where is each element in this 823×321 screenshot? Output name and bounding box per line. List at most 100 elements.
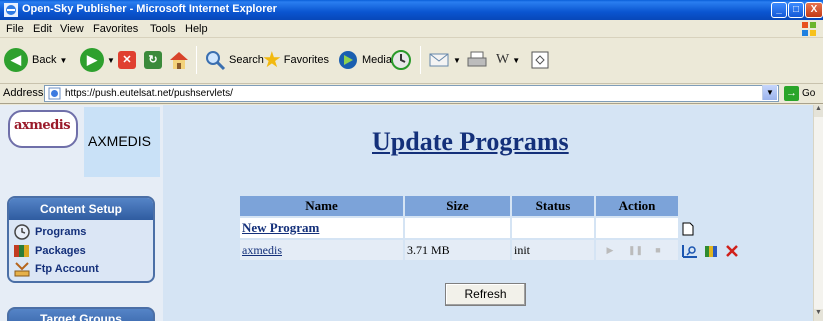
column-header-name: Name [240,196,403,216]
word-edit-icon: W [496,52,510,67]
programs-table: Name Size Status Action New Program axme… [238,194,748,262]
printer-icon [467,51,487,67]
table-header-row: Name Size Status Action [240,196,746,216]
menu-bar: File Edit View Favorites Tools Help [0,20,823,38]
program-status-cell: init [512,240,594,260]
packages-icon [13,243,31,259]
refresh-button[interactable]: Refresh [445,283,526,306]
scroll-up-icon[interactable]: ▲ [814,105,823,117]
discuss-button[interactable] [530,42,550,78]
search-button[interactable]: Search [204,42,264,78]
content-setup-header: Content Setup [9,198,153,220]
discuss-icon [531,51,549,69]
mail-button[interactable]: ▼ [428,42,461,78]
window-title: Open-Sky Publisher - Microsoft Internet … [22,3,277,15]
forward-dropdown-icon: ▼ [107,55,115,65]
home-icon [170,52,188,69]
forward-button[interactable]: ▶ ▼ [80,42,115,78]
logo-text: axmedis [14,118,71,133]
address-label: Address [3,87,44,99]
play-icon[interactable]: ▶ [604,245,616,257]
target-groups-header[interactable]: Target Groups [7,307,155,321]
new-program-link[interactable]: New Program [242,220,319,235]
search-icon [206,51,226,71]
delete-icon[interactable] [725,244,739,258]
home-button[interactable] [168,42,190,78]
back-button[interactable]: ◀ Back ▼ [4,42,67,78]
refresh-icon: ↻ [144,51,162,69]
menu-help[interactable]: Help [185,23,208,35]
address-dropdown-icon[interactable]: ▼ [762,85,777,100]
maximize-button[interactable]: □ [788,2,804,18]
brand-box: AXMEDIS [84,107,160,177]
menu-favorites[interactable]: Favorites [93,23,138,35]
page-icon [48,87,61,100]
program-name-link[interactable]: axmedis [242,243,282,257]
scroll-down-icon[interactable]: ▼ [814,309,823,321]
ie-app-icon [4,3,18,17]
sidebar-item-label: Packages [35,245,86,257]
empty-header-cell [680,196,746,216]
stop-square-icon[interactable]: ■ [652,245,664,257]
sidebar-item-ftp-account[interactable]: Ftp Account [13,261,99,277]
new-program-row: New Program [240,218,746,238]
sidebar-item-programs[interactable]: Programs [13,224,86,240]
menu-edit[interactable]: Edit [33,23,52,35]
axmedis-logo: axmedis [8,110,78,148]
statistics-icon[interactable] [704,244,718,258]
mail-dropdown-icon: ▼ [453,55,461,65]
sidebar-item-packages[interactable]: Packages [13,243,86,259]
pause-icon[interactable]: ❚❚ [628,245,643,257]
program-size-cell: 3.71 MB [405,240,510,260]
stop-icon: ✕ [118,51,136,69]
edit-button[interactable]: W ▼ [496,42,520,78]
go-arrow-icon: → [784,86,799,101]
toolbar-separator [420,46,421,74]
search-label: Search [229,54,264,66]
print-button[interactable] [466,42,488,78]
refresh-page-button[interactable]: ↻ [144,42,162,78]
favorites-button[interactable]: ★ Favorites [262,42,329,78]
new-program-cell: New Program [240,218,403,238]
new-program-action-cell [680,218,746,238]
new-document-icon[interactable] [682,222,694,236]
empty-cell [512,218,594,238]
back-arrow-icon: ◀ [4,48,28,72]
sidebar-item-label: Ftp Account [35,263,99,275]
column-header-status: Status [512,196,594,216]
program-actions-cell [680,240,746,260]
edit-program-icon[interactable] [682,244,698,258]
history-button[interactable] [390,42,412,78]
stop-button[interactable]: ✕ [118,42,136,78]
menu-file[interactable]: File [6,23,24,35]
favorites-label: Favorites [283,54,329,66]
media-button[interactable]: Media [337,42,392,78]
ftp-account-icon [13,261,31,277]
toolbar-separator [196,46,197,74]
menu-tools[interactable]: Tools [150,23,176,35]
empty-cell [405,218,510,238]
brand-name: AXMEDIS [88,133,152,149]
history-icon [391,50,411,70]
go-button[interactable]: → Go [784,85,815,102]
go-label: Go [802,88,816,99]
back-label: Back [32,54,57,66]
media-label: Media [362,54,392,66]
content-setup-panel: Content Setup Programs Packages Ftp Acco… [7,196,155,283]
address-input[interactable]: https://push.eutelsat.net/pushservlets/ [44,85,779,102]
forward-arrow-icon: ▶ [80,48,104,72]
close-window-button[interactable]: X [805,2,823,18]
program-name-cell: axmedis [240,240,403,260]
address-url: https://push.eutelsat.net/pushservlets/ [65,88,233,99]
address-bar: Address https://push.eutelsat.net/pushse… [0,84,823,104]
page-title: Update Programs [372,127,569,156]
vertical-scrollbar[interactable]: ▲ ▼ [813,105,823,321]
empty-cell [596,218,678,238]
minimize-button[interactable]: _ [771,2,787,18]
media-icon [339,51,357,69]
menu-view[interactable]: View [60,23,84,35]
back-dropdown-icon: ▼ [59,55,68,65]
toolbar: ◀ Back ▼ ▶ ▼ ✕ ↻ Search ★ Favorites Medi… [0,38,823,84]
column-header-size: Size [405,196,510,216]
windows-flag-icon [802,22,816,36]
